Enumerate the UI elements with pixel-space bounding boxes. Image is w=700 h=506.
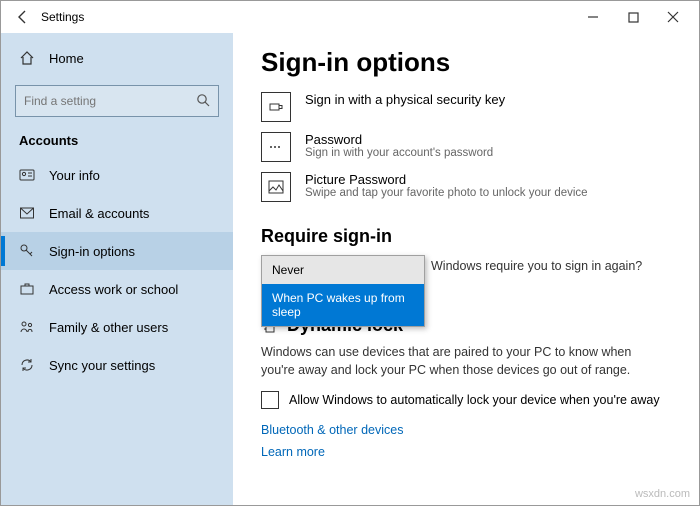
window-title: Settings	[41, 10, 84, 24]
sidebar-item-label: Sync your settings	[49, 358, 155, 373]
people-icon	[19, 319, 35, 335]
require-prompt: Windows require you to sign in again?	[431, 259, 642, 273]
key-icon	[19, 243, 35, 259]
home-nav[interactable]: Home	[1, 39, 233, 77]
sidebar-item-family[interactable]: Family & other users	[1, 308, 233, 346]
back-icon	[15, 9, 31, 25]
password-icon	[261, 132, 291, 162]
dropdown-option-wake[interactable]: When PC wakes up from sleep	[262, 284, 424, 326]
minimize-icon	[587, 11, 599, 23]
page-title: Sign-in options	[261, 47, 671, 78]
sync-icon	[19, 357, 35, 373]
sidebar-item-label: Access work or school	[49, 282, 178, 297]
sidebar-item-label: Sign-in options	[49, 244, 135, 259]
dynamic-lock-checkbox-row[interactable]: Allow Windows to automatically lock your…	[261, 391, 671, 409]
person-card-icon	[19, 167, 35, 183]
maximize-icon	[628, 12, 639, 23]
home-label: Home	[49, 51, 84, 66]
minimize-button[interactable]	[573, 3, 613, 31]
sidebar: Home Accounts Your info Email & accounts	[1, 33, 233, 505]
picture-icon	[261, 172, 291, 202]
briefcase-icon	[19, 281, 35, 297]
dynamic-lock-description: Windows can use devices that are paired …	[261, 344, 641, 379]
sidebar-item-label: Family & other users	[49, 320, 168, 335]
mail-icon	[19, 205, 35, 221]
maximize-button[interactable]	[613, 3, 653, 31]
close-button[interactable]	[653, 3, 693, 31]
search-input[interactable]	[15, 85, 219, 117]
sidebar-item-email-accounts[interactable]: Email & accounts	[1, 194, 233, 232]
dropdown-option-never[interactable]: Never	[262, 256, 424, 284]
titlebar: Settings	[1, 1, 699, 33]
search-icon	[196, 93, 211, 108]
checkbox-icon[interactable]	[261, 391, 279, 409]
link-learn-more[interactable]: Learn more	[261, 445, 671, 459]
content-pane: Sign-in options Sign in with a physical …	[233, 33, 699, 505]
sidebar-item-work-school[interactable]: Access work or school	[1, 270, 233, 308]
option-title: Picture Password	[305, 172, 588, 187]
require-signin-heading: Require sign-in	[261, 226, 671, 247]
sidebar-item-label: Email & accounts	[49, 206, 149, 221]
option-picture-password[interactable]: Picture Password Swipe and tap your favo…	[261, 172, 671, 202]
home-icon	[19, 50, 35, 66]
settings-window: Settings Home	[0, 0, 700, 506]
checkbox-label: Allow Windows to automatically lock your…	[289, 393, 660, 407]
back-button[interactable]	[15, 9, 31, 25]
option-title: Password	[305, 132, 493, 147]
usb-key-icon	[261, 92, 291, 122]
option-subtitle: Swipe and tap your favorite photo to unl…	[305, 187, 588, 199]
sidebar-item-signin-options[interactable]: Sign-in options	[1, 232, 233, 270]
close-icon	[667, 11, 679, 23]
sidebar-item-sync[interactable]: Sync your settings	[1, 346, 233, 384]
require-signin-dropdown[interactable]: Never When PC wakes up from sleep	[261, 255, 425, 327]
section-label: Accounts	[1, 123, 233, 156]
option-title: Sign in with a physical security key	[305, 92, 505, 107]
sidebar-item-label: Your info	[49, 168, 100, 183]
option-subtitle: Sign in with your account's password	[305, 147, 493, 159]
option-security-key[interactable]: Sign in with a physical security key	[261, 92, 671, 122]
link-bluetooth[interactable]: Bluetooth & other devices	[261, 423, 671, 437]
sidebar-item-your-info[interactable]: Your info	[1, 156, 233, 194]
option-password[interactable]: Password Sign in with your account's pas…	[261, 132, 671, 162]
